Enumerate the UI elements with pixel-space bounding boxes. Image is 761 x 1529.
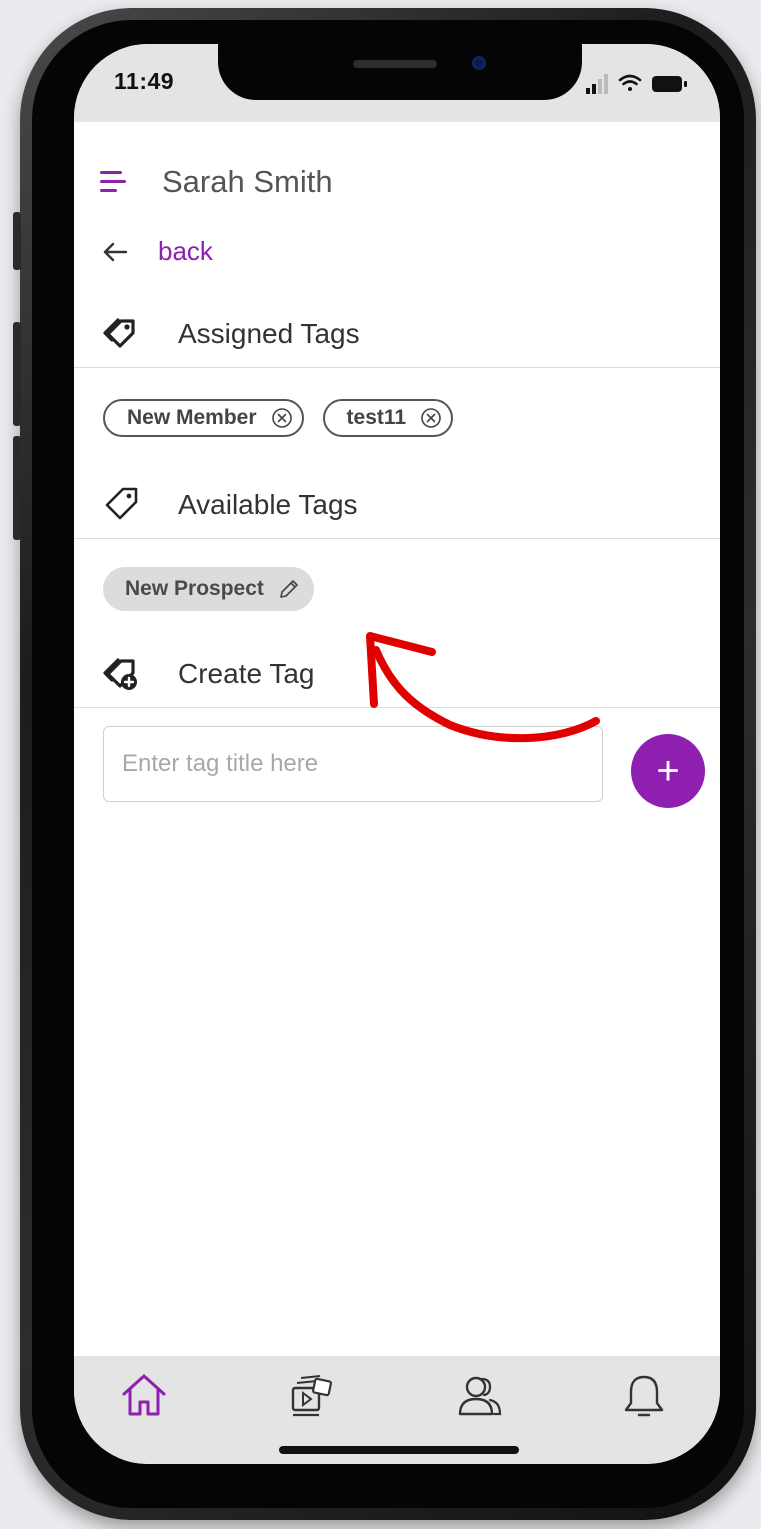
assigned-tags-title: Assigned Tags <box>178 318 360 349</box>
hamburger-menu-icon[interactable] <box>100 171 126 193</box>
media-icon[interactable] <box>284 1370 336 1422</box>
home-indicator <box>279 1446 519 1454</box>
available-tags-title: Available Tags <box>178 489 358 520</box>
bell-icon[interactable] <box>618 1370 670 1422</box>
front-camera <box>472 56 486 70</box>
notch <box>218 44 582 100</box>
bottom-nav <box>74 1356 720 1464</box>
people-icon[interactable] <box>454 1370 506 1422</box>
create-tag-title: Create Tag <box>178 658 315 689</box>
status-bar: 11:49 <box>74 44 720 122</box>
remove-tag-icon[interactable] <box>271 407 293 429</box>
wifi-icon <box>618 74 642 91</box>
assigned-tags-list: New Member test11 <box>103 399 454 437</box>
earpiece-speaker <box>353 60 437 68</box>
create-tag-section: Create Tag <box>74 645 720 708</box>
phone-screen: 11:49 Sarah Smith back Assigned Tags New… <box>74 44 720 1464</box>
tag-label: New Prospect <box>125 577 264 600</box>
tag-add-icon <box>103 658 137 690</box>
home-icon[interactable] <box>118 1370 170 1422</box>
user-name: Sarah Smith <box>162 164 333 199</box>
add-tag-button[interactable]: + <box>631 734 705 808</box>
tags-icon <box>103 318 135 348</box>
status-icons <box>586 74 687 94</box>
app-header: Sarah Smith <box>100 162 333 202</box>
app-content: Sarah Smith back Assigned Tags New Membe… <box>74 122 720 1356</box>
back-link[interactable]: back <box>158 236 213 267</box>
status-time: 11:49 <box>114 68 175 94</box>
assigned-tag-chip: New Member <box>103 399 304 437</box>
mute-switch <box>13 212 21 270</box>
signal-icon <box>586 74 608 94</box>
available-tags-list: New Prospect <box>103 567 314 611</box>
available-tags-section: Available Tags <box>74 476 720 539</box>
tag-outline-icon <box>105 487 138 520</box>
available-tag-chip[interactable]: New Prospect <box>103 567 314 611</box>
tag-label: test11 <box>346 406 407 429</box>
tag-label: New Member <box>127 406 257 429</box>
volume-up-button <box>13 322 21 426</box>
volume-down-button <box>13 436 21 540</box>
back-link-row[interactable]: back <box>102 236 213 267</box>
tag-title-input[interactable] <box>103 726 603 802</box>
assigned-tags-section: Assigned Tags <box>74 305 720 368</box>
battery-icon <box>652 76 687 92</box>
arrow-left-icon[interactable] <box>102 241 128 263</box>
assigned-tag-chip: test11 <box>322 399 454 437</box>
edit-pencil-icon[interactable] <box>278 578 300 600</box>
remove-tag-icon[interactable] <box>420 407 442 429</box>
